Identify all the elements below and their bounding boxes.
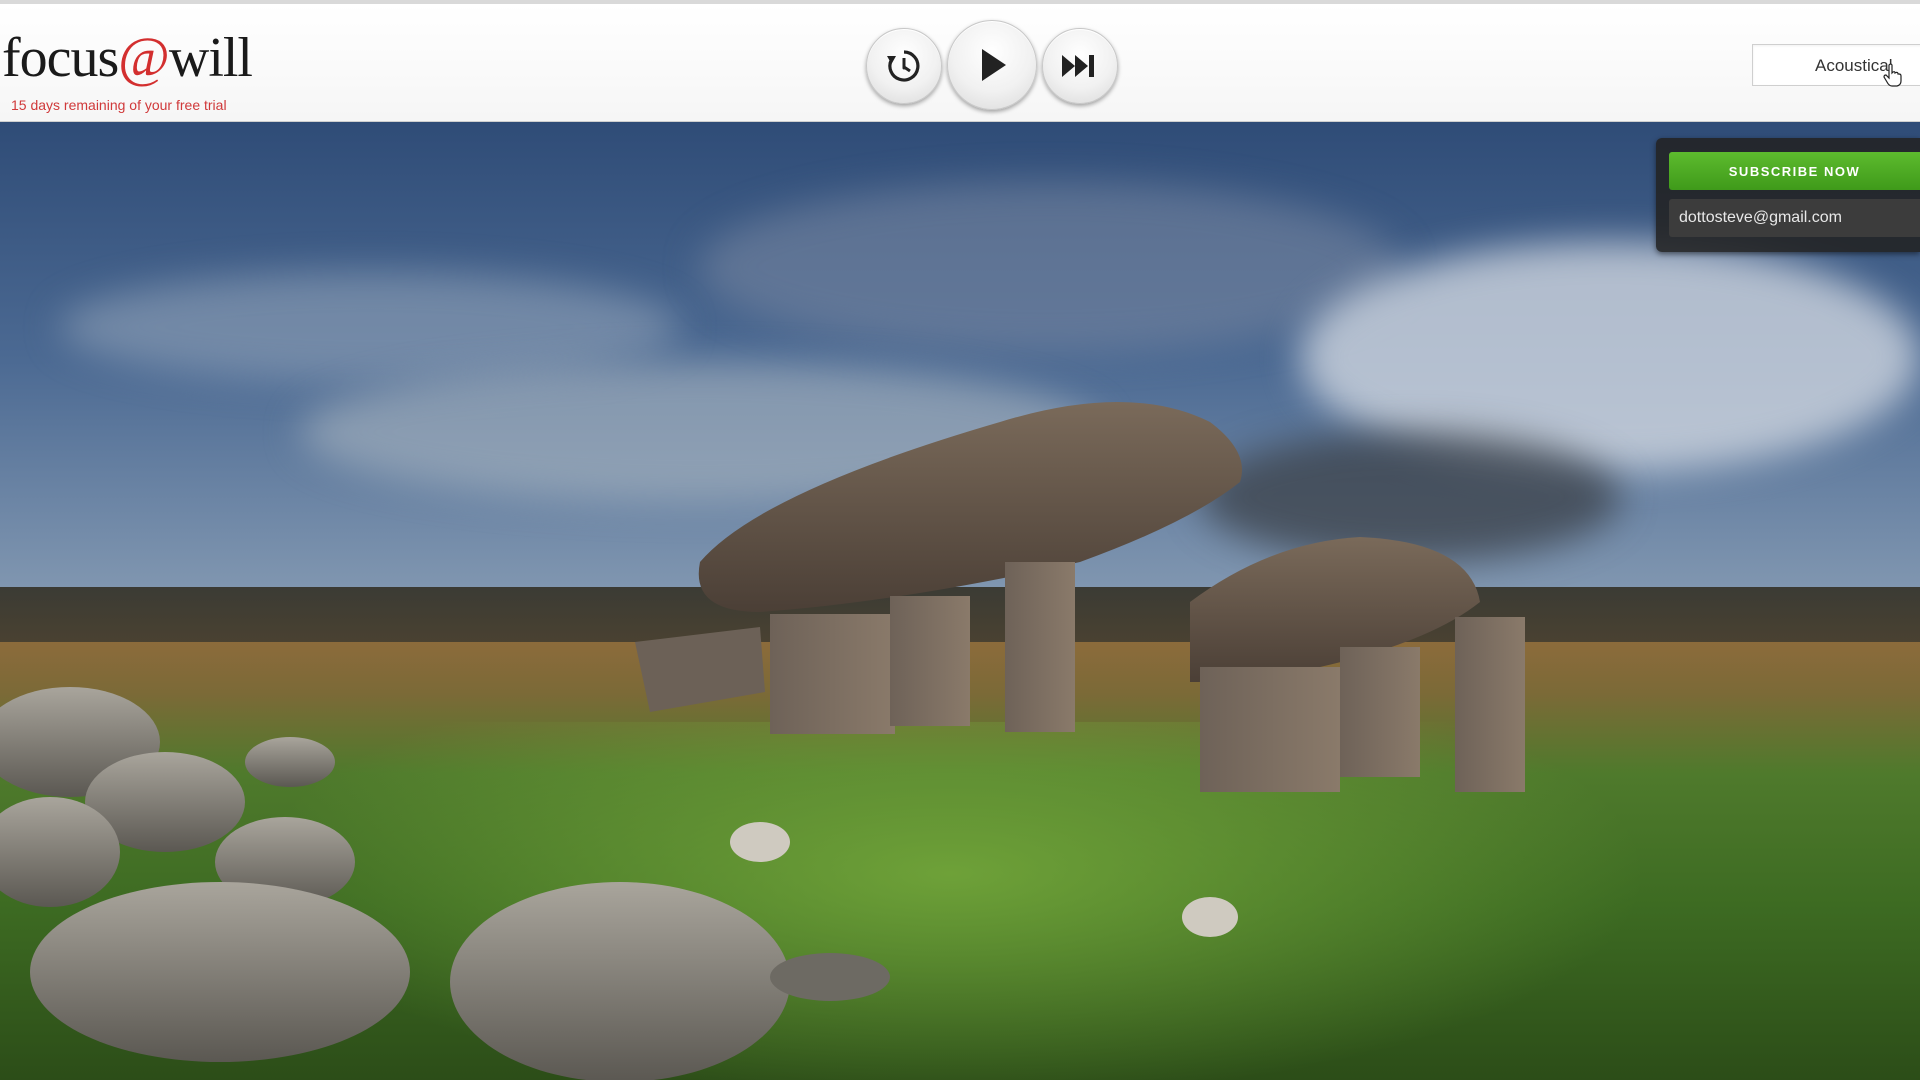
logo-text-at: @ [118, 27, 170, 89]
skip-button[interactable] [1042, 28, 1118, 104]
logo-text-will: will [168, 27, 253, 89]
hand-cursor-icon [1883, 63, 1902, 87]
play-icon [982, 49, 1006, 81]
top-bar: focus@will 15 days remaining of your fre… [0, 0, 1920, 122]
channel-label: Acoustical [1815, 56, 1893, 75]
replay-clock-icon [887, 50, 920, 82]
channel-selector[interactable]: Acoustical [1752, 44, 1920, 87]
subscribe-now-button[interactable]: SUBSCRIBE NOW [1669, 152, 1920, 190]
logo-text-focus: focus [2, 27, 119, 89]
skip-forward-icon [1062, 55, 1094, 77]
dolmen-stones [0, 402, 1525, 1080]
account-panel: SUBSCRIBE NOW dottosteve@gmail.com [1656, 138, 1920, 252]
trial-notice: 15 days remaining of your free trial [11, 97, 227, 113]
account-email[interactable]: dottosteve@gmail.com [1669, 199, 1920, 237]
play-button[interactable] [947, 20, 1037, 110]
focusatwill-logo[interactable]: focus@will [2, 27, 253, 89]
background-scene [0, 122, 1920, 1080]
replay-button[interactable] [866, 28, 942, 104]
